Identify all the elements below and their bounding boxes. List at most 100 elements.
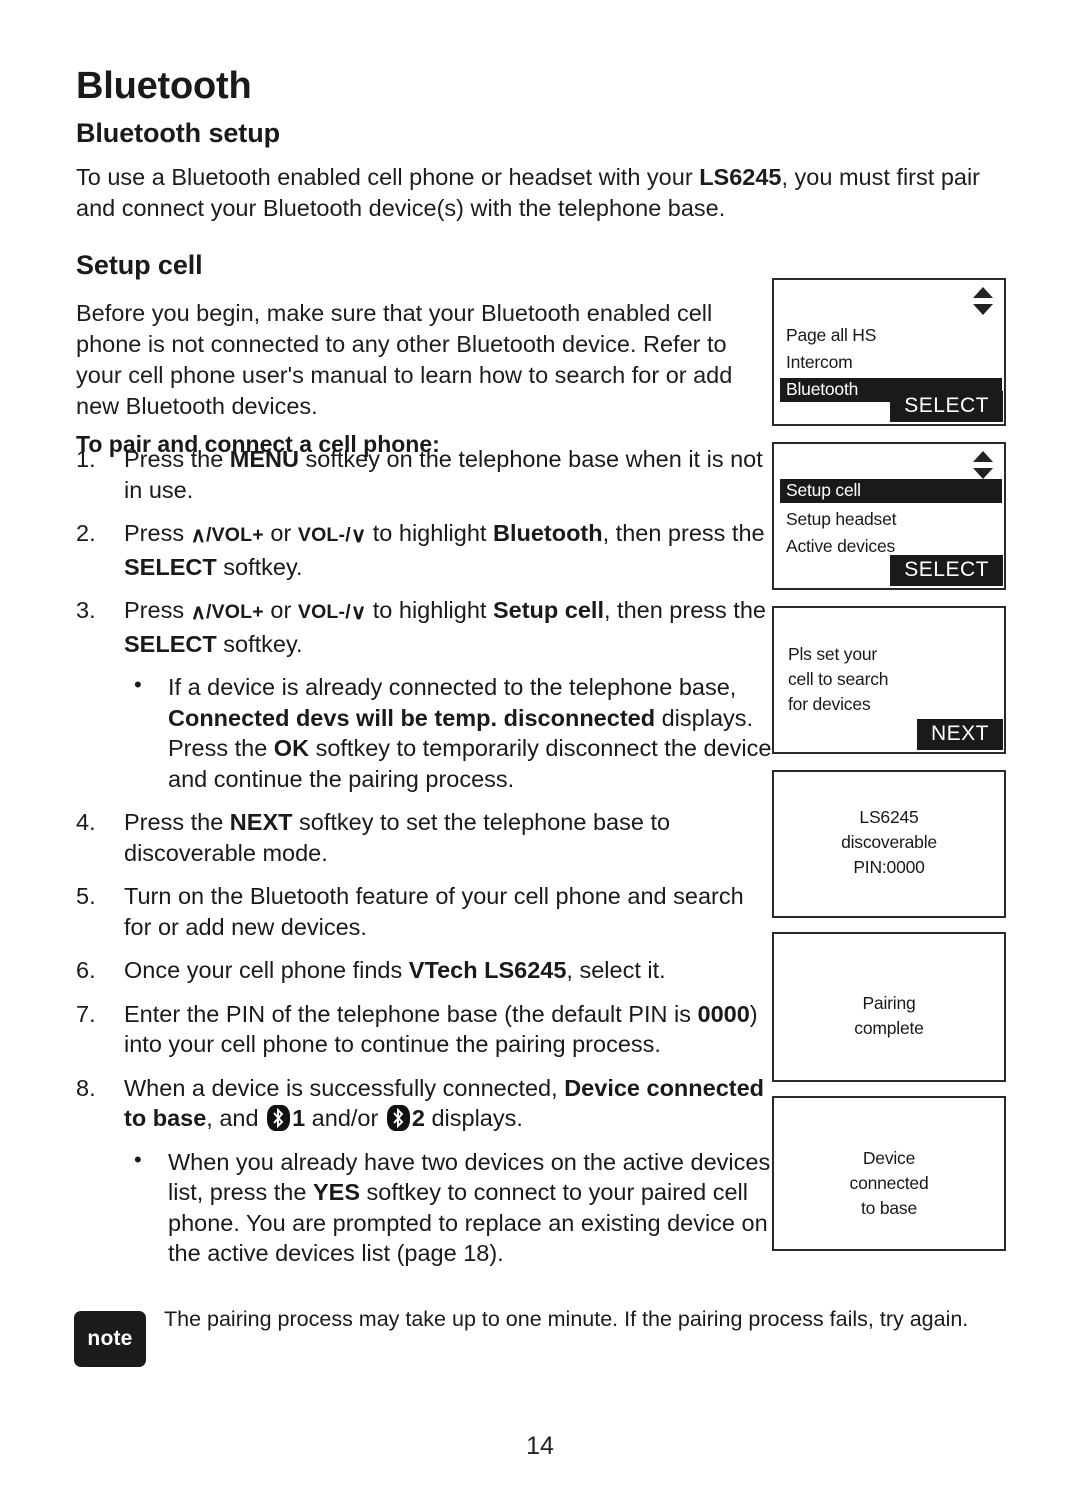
key-next: NEXT [229, 809, 293, 835]
key-ok: OK [273, 735, 310, 761]
page-title: Bluetooth [76, 65, 252, 108]
lcd-screen-device-connected: Device connected to base [772, 1096, 1006, 1251]
softkey-select[interactable]: SELECT [890, 555, 1003, 586]
lcd-message-line: PIN:0000 [853, 857, 925, 877]
device-name: VTech LS6245 [408, 957, 567, 983]
intro-paragraph: To use a Bluetooth enabled cell phone or… [76, 162, 1006, 224]
vol-up-chevron-icon: ∧ [190, 601, 206, 624]
step-number: 7. [76, 1000, 96, 1027]
lcd-message-line: complete [854, 1018, 924, 1038]
bullet-text-a: If a device is already connected to the … [168, 674, 737, 700]
lcd-screen-menu-list: Page all HS Intercom Bluetooth SELECT [772, 278, 1006, 426]
lcd-message-line: connected [849, 1173, 929, 1193]
vol-down-chevron-icon: ∨ [350, 524, 367, 547]
list-item: 7. Enter the PIN of the telephone base (t… [76, 999, 776, 1060]
lcd-message-line: Pairing [862, 993, 916, 1013]
step-conjunction: or [263, 597, 298, 623]
step-number: 8. [76, 1074, 96, 1101]
device-slot-2: 2 [411, 1105, 425, 1131]
step-text-b: , and [206, 1105, 266, 1131]
default-pin: 0000 [697, 1000, 750, 1027]
softkey-select[interactable]: SELECT [890, 391, 1003, 422]
list-item: • When you already have two devices on th… [124, 1147, 776, 1269]
intro-text-a: To use a Bluetooth enabled cell phone or… [76, 163, 700, 190]
lcd-row[interactable]: Setup headset [782, 508, 900, 532]
step-conjunction: or [263, 520, 298, 546]
note-text: The pairing process may take up to one m… [164, 1307, 969, 1331]
lcd-screen-pairing-complete: Pairing complete [772, 932, 1006, 1082]
bluetooth-icon [267, 1105, 291, 1131]
step-text-c: , then press the [603, 597, 766, 623]
step-number: 1. [76, 446, 96, 472]
display-message: Connected devs will be temp. disconnecte… [168, 704, 656, 731]
step-text-a: Press [124, 597, 191, 623]
step-text-c: displays. [424, 1105, 523, 1131]
lcd-message-line: to base [860, 1198, 917, 1218]
heading-bluetooth-setup: Bluetooth setup [76, 118, 280, 149]
lcd-message-line: Device [862, 1148, 916, 1168]
list-item: 3. Press ∧/VOL+ or VOL-/∨ to highlight Se… [76, 595, 776, 659]
heading-setup-cell: Setup cell [76, 250, 203, 281]
step-text-a: Turn on the Bluetooth feature of your ce… [124, 883, 744, 940]
vol-up-chevron-icon: ∧ [190, 524, 206, 547]
step-text-b: to highlight [366, 520, 493, 546]
step-text-a: Press the [124, 809, 230, 835]
step-text-c: , then press the [602, 520, 765, 546]
note-badge: note [74, 1311, 146, 1367]
step-conjunction: and/or [305, 1105, 385, 1131]
key-select: SELECT [124, 630, 217, 657]
highlight-target: Setup cell [492, 597, 604, 623]
step-number: 3. [76, 597, 96, 623]
vol-down-label: VOL-/ [297, 601, 351, 623]
step-text-d: softkey. [216, 553, 303, 580]
step-number: 4. [76, 809, 96, 835]
list-item: 1. Press the MENU softkey on the telephon… [76, 444, 776, 505]
bullet-icon: • [134, 672, 142, 697]
bluetooth-icon [386, 1105, 410, 1131]
softkey-next[interactable]: NEXT [916, 719, 1003, 750]
key-yes: YES [312, 1179, 361, 1205]
manual-page: Bluetooth Bluetooth setup To use a Bluet… [0, 0, 1080, 1512]
key-menu: MENU [229, 446, 299, 472]
lcd-row[interactable]: Intercom [782, 351, 856, 375]
vol-down-chevron-icon: ∨ [350, 601, 367, 624]
vol-up-label: /VOL+ [205, 524, 264, 546]
step-text-d: softkey. [216, 630, 303, 657]
list-item: 8. When a device is successfully connecte… [76, 1073, 776, 1134]
pairing-steps-list: 1. Press the MENU softkey on the telephon… [76, 444, 776, 1282]
lcd-message-line: discoverable [841, 832, 937, 852]
lcd-row[interactable]: Page all HS [782, 324, 880, 348]
lcd-screen-discoverable: LS6245 discoverable PIN:0000 [772, 770, 1006, 918]
key-select: SELECT [124, 553, 217, 580]
page-number: 14 [526, 1432, 554, 1460]
list-item: 4. Press the NEXT softkey to set the tele… [76, 807, 776, 868]
list-item: 6. Once your cell phone finds VTech LS624… [76, 955, 776, 986]
lcd-message-line: for devices [788, 694, 871, 714]
scroll-updown-arrow-icon [973, 451, 993, 479]
list-item: 2. Press ∧/VOL+ or VOL-/∨ to highlight Bl… [76, 518, 776, 582]
note-box: note The pairing process may take up to … [74, 1305, 1004, 1367]
lcd-message-line: LS6245 [859, 807, 919, 827]
step-text-a: Once your cell phone finds [124, 957, 409, 983]
step-text-a: Press the [124, 446, 230, 472]
bullet-icon: • [134, 1146, 142, 1172]
step-text-b: to highlight [366, 597, 493, 623]
step-text-b: , select it. [566, 957, 666, 983]
list-item: • If a device is already connected to the… [124, 672, 776, 794]
highlight-target: Bluetooth [492, 520, 603, 546]
lcd-row[interactable]: Active devices [782, 535, 899, 559]
lcd-screen-bluetooth-submenu: Setup cell Setup headset Active devices … [772, 442, 1006, 590]
intro-model: LS6245 [699, 163, 782, 190]
step-text-a: When a device is successfully connected, [124, 1074, 565, 1101]
step-text-a: Enter the PIN of the telephone base (the… [124, 1000, 698, 1027]
step-number: 5. [76, 883, 96, 909]
vol-up-label: /VOL+ [205, 601, 264, 623]
lcd-message-line: Pls set your [788, 644, 878, 664]
before-you-begin-paragraph: Before you begin, make sure that your Bl… [76, 299, 733, 419]
device-slot-1: 1 [292, 1105, 306, 1131]
lcd-message-line: cell to search [788, 669, 889, 689]
lcd-row-selected[interactable]: Setup cell [780, 479, 1002, 503]
scroll-updown-arrow-icon [973, 287, 993, 315]
step-number: 6. [76, 957, 96, 983]
step-text-a: Press [124, 520, 191, 546]
